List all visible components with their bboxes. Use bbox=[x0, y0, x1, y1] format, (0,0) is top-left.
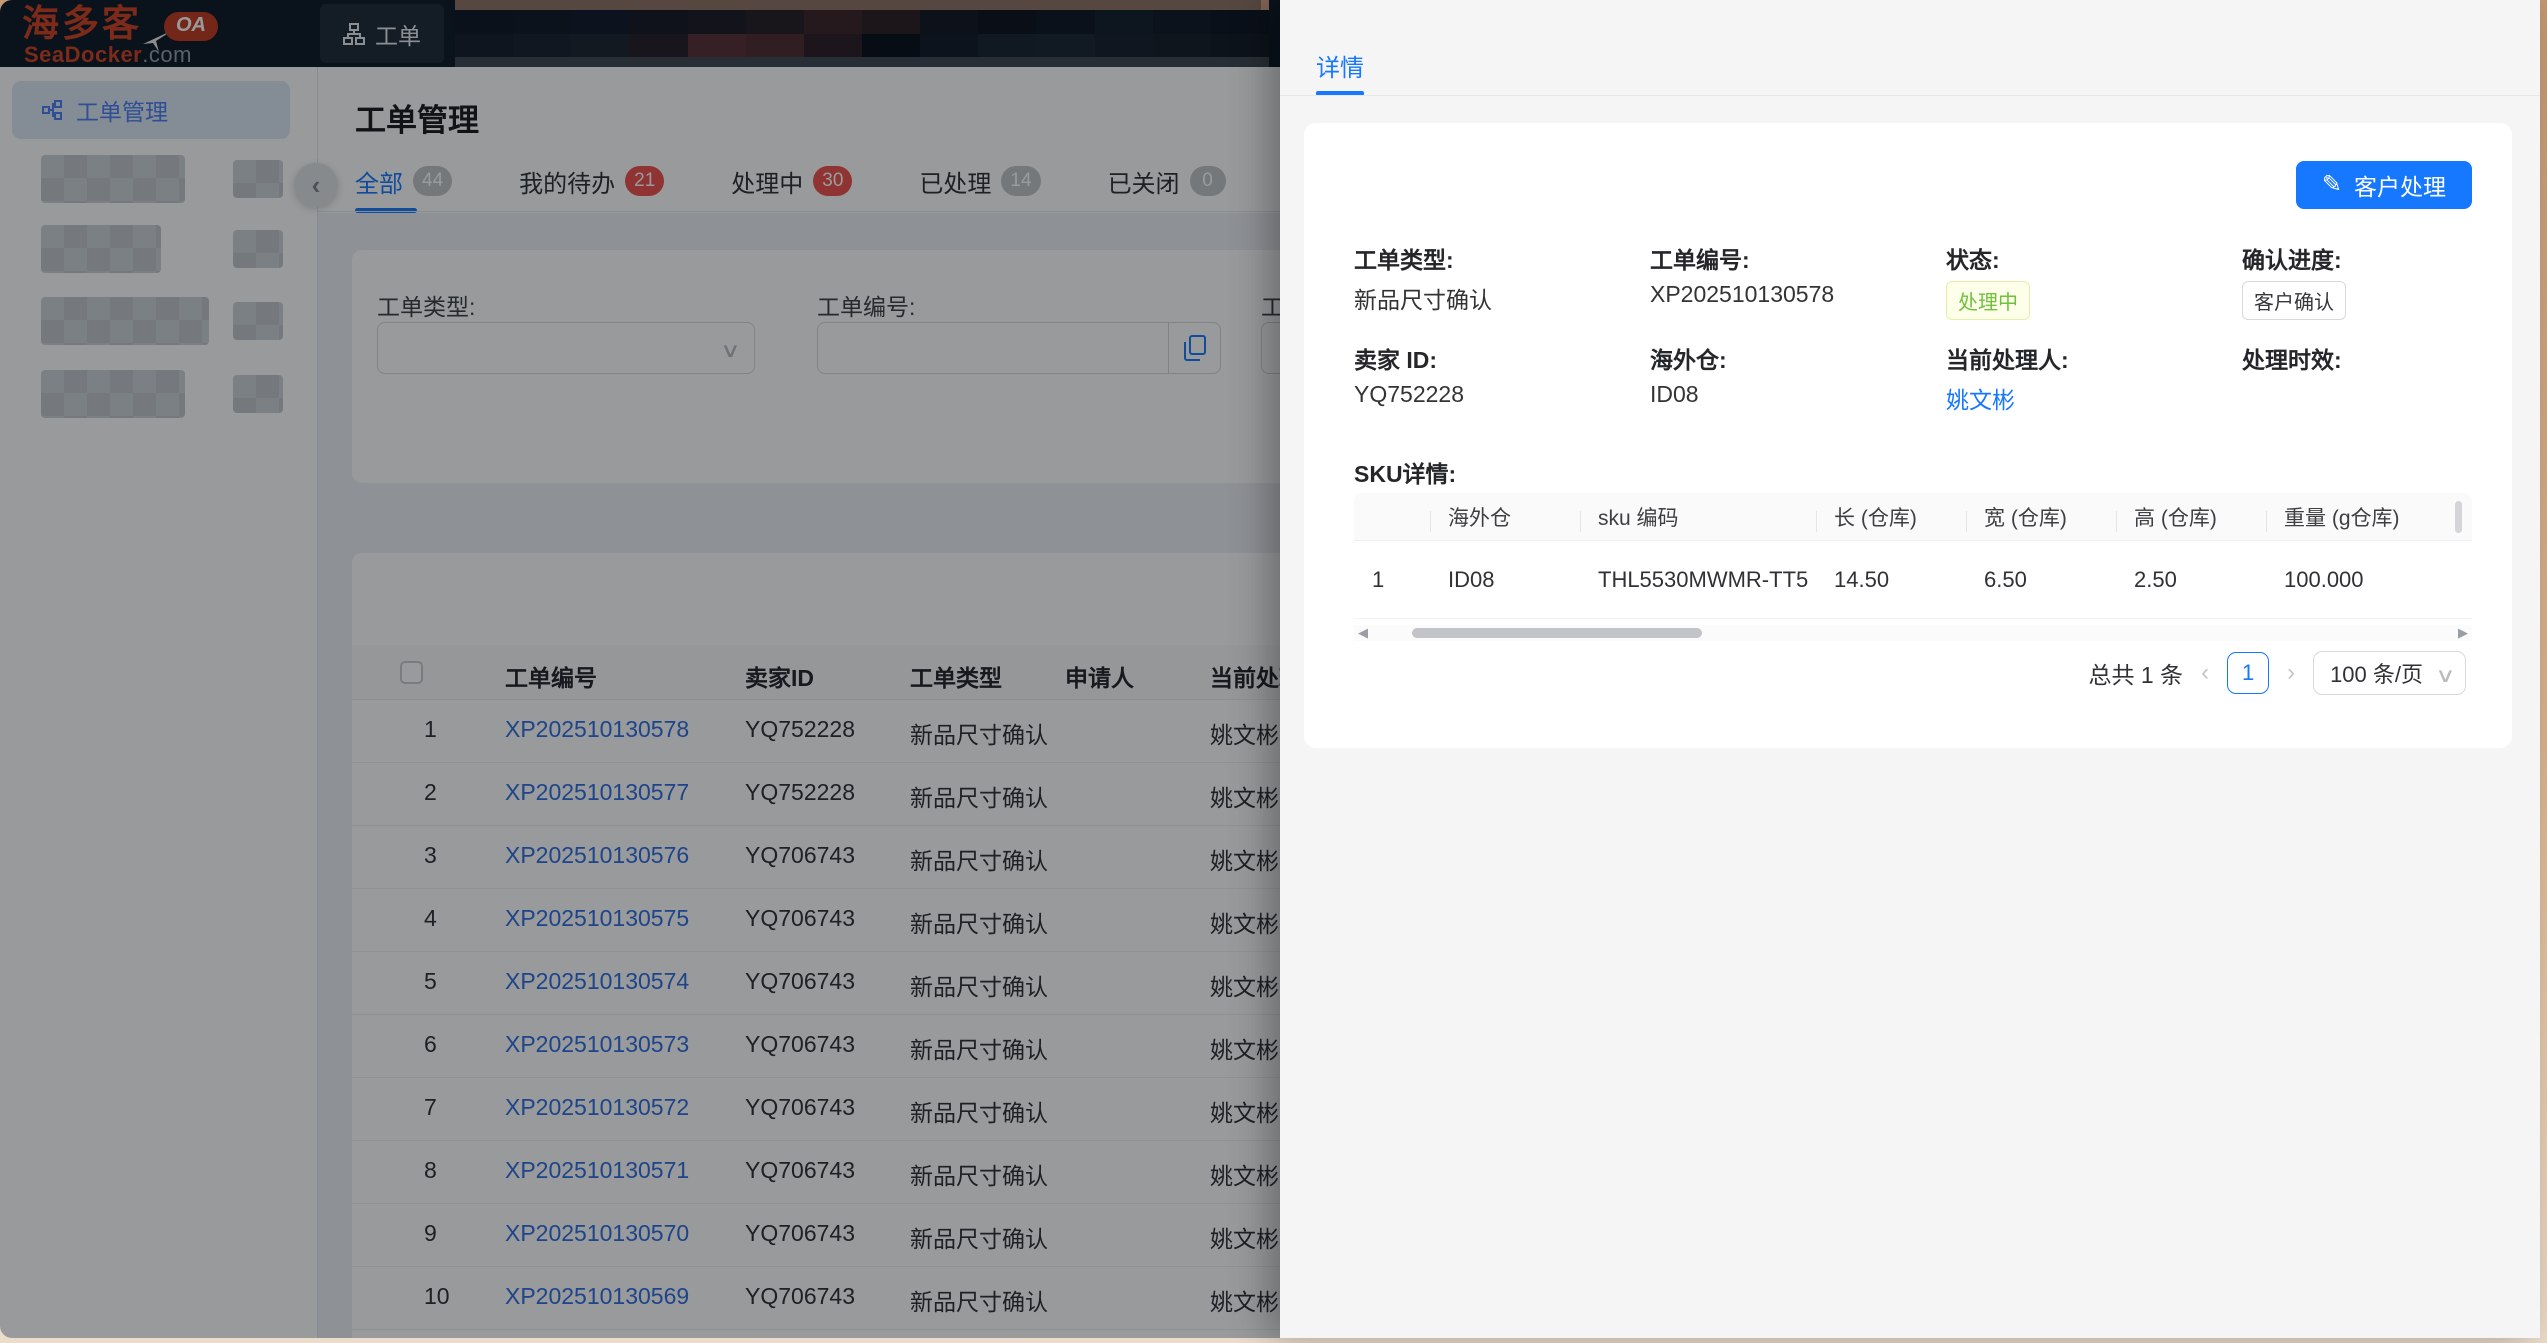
sku-table-header: 海外仓 sku 编码 长 (仓库) 宽 (仓库) 高 (仓库) 重量 (g仓库) bbox=[1354, 493, 2472, 541]
pagination-total: 总共 1 条 bbox=[2088, 656, 2183, 690]
field-seller-id: 卖家 ID: YQ752228 bbox=[1354, 341, 1634, 375]
page-number-button[interactable]: 1 bbox=[2227, 652, 2269, 694]
sku-detail-label: SKU详情: bbox=[1354, 455, 1456, 489]
horizontal-scrollbar[interactable]: ◀ ▶ bbox=[1354, 625, 2472, 641]
progress-badge: 客户确认 bbox=[2242, 281, 2346, 320]
customer-process-button[interactable]: ✎ 客户处理 bbox=[2296, 161, 2472, 209]
field-current-handler: 当前处理人: 姚文彬 bbox=[1946, 341, 2226, 375]
detail-drawer: 详情 ✎ 客户处理 工单类型: 新品尺寸确认 工单编号: XP202510130… bbox=[1280, 0, 2540, 1338]
edit-pencil-icon: ✎ bbox=[2322, 170, 2342, 199]
drawer-tabs-divider bbox=[1280, 95, 2540, 96]
field-confirm-progress: 确认进度: 客户确认 bbox=[2242, 241, 2522, 275]
handler-link[interactable]: 姚文彬 bbox=[1946, 381, 2015, 415]
field-sla: 处理时效: bbox=[2242, 341, 2522, 375]
chevron-down-icon: ∨ bbox=[2435, 663, 2455, 688]
field-order-no: 工单编号: XP202510130578 bbox=[1650, 241, 1930, 275]
scrollbar-placeholder bbox=[2455, 501, 2462, 533]
field-status: 状态: 处理中 bbox=[1946, 241, 2226, 275]
tab-detail[interactable]: 详情 bbox=[1316, 48, 1364, 83]
drawer-tabs: 详情 bbox=[1280, 0, 2540, 96]
next-page-icon[interactable]: › bbox=[2287, 659, 2295, 687]
desktop: 海多客 OA SeaDocker.com 工单 bbox=[0, 0, 2547, 1343]
status-badge: 处理中 bbox=[1946, 281, 2030, 320]
scrollbar-thumb[interactable] bbox=[1412, 628, 1702, 638]
field-type: 工单类型: 新品尺寸确认 bbox=[1354, 241, 1634, 275]
field-warehouse: 海外仓: ID08 bbox=[1650, 341, 1930, 375]
prev-page-icon[interactable]: ‹ bbox=[2201, 659, 2209, 687]
sku-table-row: 1 ID08 THL5530MWMR-TT5 14.50 6.50 2.50 1… bbox=[1354, 541, 2472, 619]
pagination: 总共 1 条 ‹ 1 › 100 条/页 ∨ bbox=[2088, 651, 2466, 695]
page-size-select[interactable]: 100 条/页 ∨ bbox=[2313, 651, 2466, 695]
detail-card: ✎ 客户处理 工单类型: 新品尺寸确认 工单编号: XP202510130578… bbox=[1304, 123, 2512, 748]
scroll-left-icon[interactable]: ◀ bbox=[1354, 625, 1372, 641]
sku-table: 海外仓 sku 编码 长 (仓库) 宽 (仓库) 高 (仓库) 重量 (g仓库)… bbox=[1354, 493, 2472, 731]
scroll-right-icon[interactable]: ▶ bbox=[2454, 625, 2472, 641]
